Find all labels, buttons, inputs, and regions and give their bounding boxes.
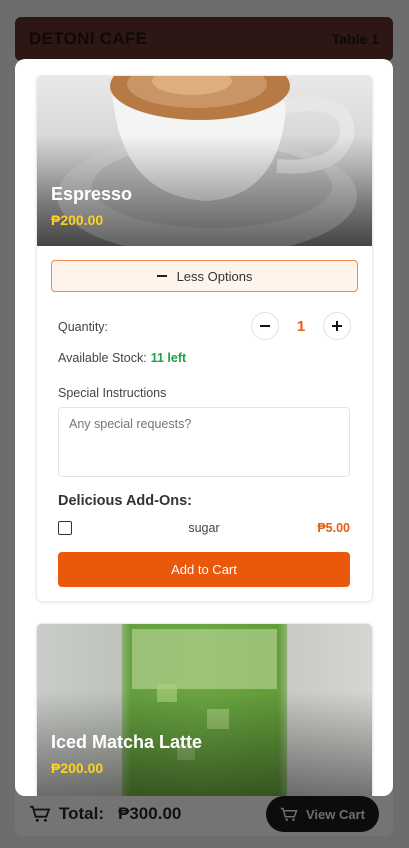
menu-item-card[interactable]: Iced Matcha Latte ₱200.00 <box>36 623 373 796</box>
quantity-stepper: 1 <box>251 312 351 340</box>
add-to-cart-button[interactable]: Add to Cart <box>58 552 350 587</box>
increase-quantity-button[interactable] <box>323 312 351 340</box>
decrease-quantity-button[interactable] <box>251 312 279 340</box>
item-image: Iced Matcha Latte ₱200.00 <box>37 624 372 796</box>
item-name: Espresso <box>51 184 133 204</box>
addon-checkbox[interactable] <box>58 521 72 535</box>
item-price: ₱200.00 <box>51 760 104 776</box>
stock-label: Available Stock: <box>58 351 147 365</box>
quantity-value: 1 <box>296 317 306 335</box>
view-cart-button[interactable]: View Cart <box>265 796 379 832</box>
app-header: DETONI CAFE Table 1 <box>15 17 393 61</box>
less-options-button[interactable]: Less Options <box>51 260 358 292</box>
addon-name: sugar <box>188 521 220 535</box>
special-instructions-label: Special Instructions <box>58 386 167 400</box>
addon-row: sugar ₱5.00 <box>58 520 350 538</box>
item-image: Espresso ₱200.00 <box>37 76 372 246</box>
menu-item-card: Espresso ₱200.00 Less Options Quantity: … <box>36 75 373 602</box>
special-instructions-input[interactable] <box>58 407 350 477</box>
table-label: Table 1 <box>331 31 379 47</box>
total-label: Total: <box>59 804 105 823</box>
cart-total: Total: ₱300.00 <box>29 804 181 824</box>
brand-name: DETONI CAFE <box>29 29 148 48</box>
item-name: Iced Matcha Latte <box>51 732 203 752</box>
cart-icon <box>280 807 298 821</box>
stock-value: 11 left <box>150 351 187 365</box>
quantity-label: Quantity: <box>58 320 109 334</box>
less-options-label: Less Options <box>176 268 253 284</box>
minus-icon <box>156 275 167 277</box>
item-options-modal: Espresso ₱200.00 Less Options Quantity: … <box>15 59 393 796</box>
plus-icon <box>332 321 342 331</box>
add-to-cart-label: Add to Cart <box>171 562 237 577</box>
available-stock: Available Stock: 11 left <box>58 351 186 365</box>
addon-price: ₱5.00 <box>317 521 350 535</box>
cart-icon <box>30 805 51 822</box>
view-cart-label: View Cart <box>305 806 365 822</box>
item-price: ₱200.00 <box>51 212 104 228</box>
minus-icon <box>260 325 270 327</box>
total-amount: ₱300.00 <box>118 804 182 823</box>
addons-title: Delicious Add-Ons: <box>58 493 192 509</box>
